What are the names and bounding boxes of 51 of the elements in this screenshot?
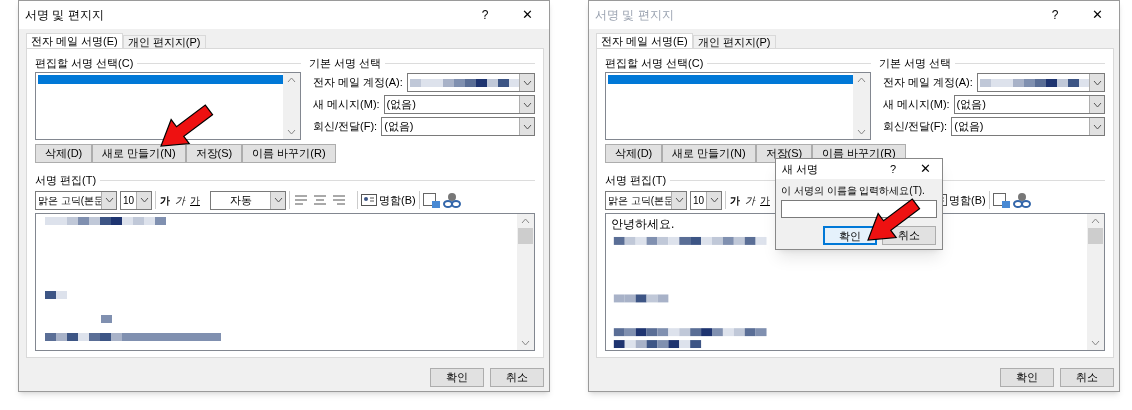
window-title: 서명 및 편지지 bbox=[25, 7, 104, 24]
button[interactable]: 새로 만들기(N) bbox=[92, 144, 186, 163]
group-label: 기본 서명 선택 bbox=[879, 55, 952, 71]
close-button[interactable]: ✕ bbox=[908, 159, 942, 179]
help-button[interactable]: ? bbox=[465, 1, 505, 29]
button[interactable]: 새로 만들기(N) bbox=[662, 144, 756, 163]
group-label: 서명 편집(T) bbox=[605, 172, 667, 188]
button[interactable]: 확인 bbox=[823, 226, 877, 245]
dropdown[interactable]: (없음) bbox=[381, 117, 535, 136]
field-label: 새 메시지(M): bbox=[883, 97, 950, 113]
button[interactable]: 취소 bbox=[1060, 368, 1114, 387]
tab[interactable]: 전자 메일 서명(E) bbox=[26, 33, 123, 48]
button[interactable]: 확인 bbox=[1000, 368, 1054, 387]
button[interactable]: 확인 bbox=[430, 368, 484, 387]
color-dropdown[interactable]: 자동 bbox=[210, 190, 286, 210]
tab[interactable]: 개인 편지지(P) bbox=[692, 35, 776, 48]
dropdown[interactable]: (없음) bbox=[953, 95, 1105, 114]
format-button[interactable]: 가 bbox=[744, 192, 756, 208]
button[interactable]: 삭제(D) bbox=[605, 144, 663, 163]
button[interactable]: 이름 바꾸기(R) bbox=[242, 144, 336, 163]
group-label: 서명 편집(T) bbox=[35, 172, 97, 188]
format-button[interactable]: 가 bbox=[174, 192, 186, 208]
window-title: 서명 및 편지지 bbox=[595, 7, 674, 24]
button[interactable]: 삭제(D) bbox=[35, 144, 93, 163]
group-label: 편집할 서명 선택(C) bbox=[35, 55, 134, 71]
group-label: 편집할 서명 선택(C) bbox=[605, 55, 704, 71]
format-button[interactable]: 가 bbox=[189, 192, 201, 208]
prompt-text: 이 서명의 이름을 입력하세요(T). bbox=[781, 184, 925, 198]
field-label: 전자 메일 계정(A): bbox=[883, 75, 973, 91]
size-dropdown[interactable]: 10 bbox=[120, 190, 152, 210]
field-label: 새 메시지(M): bbox=[313, 97, 380, 113]
field-label: 전자 메일 계정(A): bbox=[313, 75, 403, 91]
group-label: 기본 서명 선택 bbox=[309, 55, 382, 71]
size-dropdown[interactable]: 10 bbox=[690, 190, 722, 210]
dropdown[interactable]: (없음) bbox=[951, 117, 1105, 136]
close-button[interactable]: ✕ bbox=[505, 1, 549, 29]
button[interactable]: 취소 bbox=[490, 368, 544, 387]
tab[interactable]: 개인 편지지(P) bbox=[122, 35, 206, 48]
field-label: 회신/전달(F): bbox=[313, 119, 378, 135]
help-button[interactable]: ? bbox=[1035, 1, 1075, 29]
window-title: 새 서명 bbox=[782, 161, 819, 177]
editor-text: 안녕하세요. bbox=[611, 216, 675, 233]
business-card-button[interactable]: 명함(B) bbox=[361, 191, 416, 209]
close-button[interactable]: ✕ bbox=[1075, 1, 1119, 29]
dropdown[interactable]: (없음) bbox=[383, 95, 535, 114]
format-button[interactable]: 가 bbox=[759, 192, 771, 208]
tab[interactable]: 전자 메일 서명(E) bbox=[596, 33, 693, 48]
field-label: 회신/전달(F): bbox=[883, 119, 948, 135]
format-button[interactable]: 가 bbox=[159, 192, 171, 208]
button[interactable]: 저장(S) bbox=[185, 144, 243, 163]
format-button[interactable]: 가 bbox=[729, 192, 741, 208]
